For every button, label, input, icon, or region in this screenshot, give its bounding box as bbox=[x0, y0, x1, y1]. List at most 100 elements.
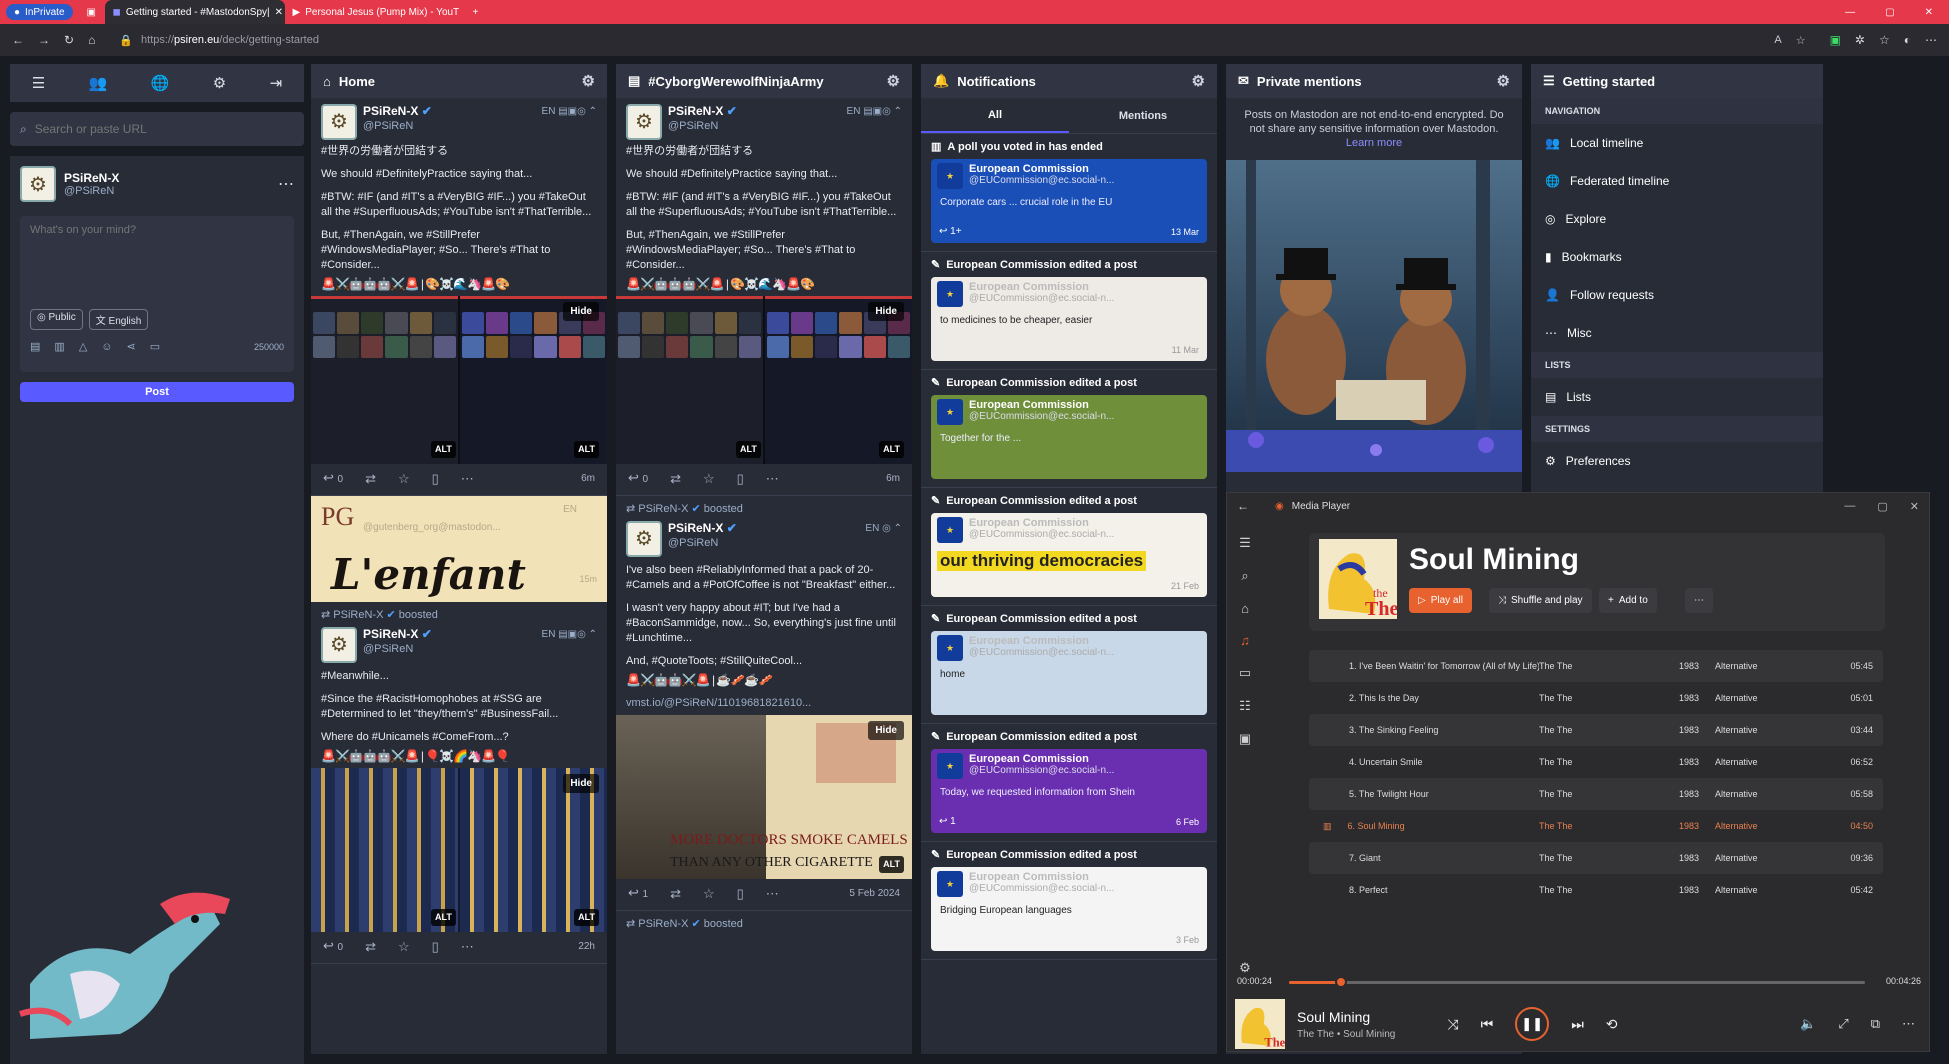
post-button[interactable]: Post bbox=[20, 382, 294, 402]
music-library-icon[interactable]: ♫ bbox=[1240, 633, 1250, 648]
hide-media-button[interactable]: Hide bbox=[868, 721, 904, 740]
search-input[interactable] bbox=[34, 122, 255, 136]
forward-icon[interactable]: → bbox=[38, 33, 50, 47]
alt-badge[interactable]: ALT bbox=[574, 909, 599, 926]
reply-icon[interactable]: ↩ 1 bbox=[628, 885, 648, 902]
hamburger-icon[interactable]: ☰ bbox=[1239, 535, 1251, 551]
more-options-button[interactable]: ⋯ bbox=[1685, 588, 1713, 613]
close-window-icon[interactable]: ✕ bbox=[1910, 500, 1919, 513]
new-tab-button[interactable]: + bbox=[465, 0, 487, 24]
learn-more-link[interactable]: Learn more bbox=[1346, 137, 1402, 149]
reply-icon[interactable]: ↩ 0 bbox=[628, 470, 648, 487]
status[interactable]: ⚙ PSiReN-X ✔ @PSiReN EN ▤▣◎ ⌃ #Meanwhile.… bbox=[311, 621, 607, 964]
address-bar[interactable]: 🔒 https://psiren.eu/deck/getting-started… bbox=[109, 29, 1815, 51]
tab-actions-icon[interactable]: ▣ bbox=[79, 0, 105, 24]
alt-badge[interactable]: ALT bbox=[431, 441, 456, 458]
bookmark-icon[interactable]: ▯ bbox=[432, 471, 439, 486]
status[interactable]: ⚙ PSiReN-X ✔ @PSiReN EN ◎ ⌃ I've also bee… bbox=[616, 515, 912, 911]
fullscreen-icon[interactable]: ⤢ bbox=[1838, 1016, 1848, 1032]
bookmark-icon[interactable]: ▯ bbox=[737, 471, 744, 486]
media-icon[interactable]: ▤ bbox=[30, 340, 40, 353]
track-row[interactable]: 8. Perfect The The 1983 Alternative 05:42 bbox=[1309, 874, 1883, 906]
bookmark-icon[interactable]: ▯ bbox=[737, 886, 744, 901]
close-tab-icon[interactable]: ✕ bbox=[275, 7, 283, 18]
status-card[interactable]: ★ European Commission @EUCommission@ec.soc… bbox=[931, 277, 1207, 361]
tab-mentions[interactable]: Mentions bbox=[1069, 98, 1217, 133]
favorite-star-icon[interactable]: ☆ bbox=[1796, 34, 1806, 47]
notification[interactable]: ✎ European Commission edited a post ★ Europ… bbox=[921, 606, 1217, 724]
nav-federated-timeline[interactable]: 🌐 Federated timeline bbox=[1531, 162, 1823, 200]
notification[interactable]: ✎ European Commission edited a post ★ Europ… bbox=[921, 488, 1217, 606]
more-icon[interactable]: ⋯ bbox=[766, 886, 779, 901]
track-row[interactable]: 7. Giant The The 1983 Alternative 09:36 bbox=[1309, 842, 1883, 874]
share-icon[interactable]: ⋖ bbox=[127, 340, 136, 353]
hide-media-button[interactable]: Hide bbox=[563, 774, 599, 793]
favorites-icon[interactable]: ☆ bbox=[1879, 33, 1890, 47]
now-playing-cover[interactable]: The bbox=[1235, 999, 1285, 1049]
favourite-icon[interactable]: ☆ bbox=[398, 939, 410, 954]
play-queue-icon[interactable]: ☷ bbox=[1239, 698, 1251, 714]
tab-getting-started[interactable]: ◼ Getting started - #MastodonSpy| ✕ bbox=[104, 0, 285, 24]
bookmark-icon[interactable]: ▯ bbox=[432, 939, 439, 954]
reply-icon[interactable]: ↩ 1 bbox=[939, 816, 956, 827]
playlists-icon[interactable]: ▣ bbox=[1239, 731, 1251, 747]
avatar[interactable]: ⚙ bbox=[626, 104, 662, 140]
search-box[interactable]: ⌕ bbox=[10, 112, 304, 146]
maximize-icon[interactable]: ▢ bbox=[1885, 7, 1894, 18]
shuffle-icon[interactable]: ⤨ bbox=[1447, 1016, 1458, 1033]
back-icon[interactable]: ← bbox=[12, 33, 24, 47]
inprivate-badge[interactable]: ● InPrivate bbox=[6, 4, 73, 20]
reply-icon[interactable]: ↩ 0 bbox=[323, 470, 343, 487]
notification[interactable]: ✎ European Commission edited a post ★ Europ… bbox=[921, 370, 1217, 488]
more-icon[interactable]: ⋯ bbox=[461, 939, 474, 954]
reply-icon[interactable]: ↩ 0 bbox=[323, 938, 343, 955]
people-icon[interactable]: 👥 bbox=[89, 74, 108, 92]
minimize-icon[interactable]: — bbox=[1844, 500, 1855, 513]
home-icon[interactable]: ⌂ bbox=[1241, 601, 1249, 616]
track-row[interactable]: ▥ 6. Soul Mining The The 1983 Alternative 04:… bbox=[1309, 810, 1883, 842]
column-settings-icon[interactable]: ⚙ bbox=[887, 72, 900, 90]
compose-textarea[interactable] bbox=[30, 224, 284, 294]
quote-link[interactable]: vmst.io/@PSiReN/11019681821610... bbox=[626, 696, 902, 711]
media-gallery[interactable]: Hide ALT ALT bbox=[311, 768, 607, 932]
close-window-icon[interactable]: ✕ bbox=[1925, 7, 1933, 18]
nav-explore[interactable]: ◎ Explore bbox=[1531, 200, 1823, 238]
copilot-icon[interactable]: ◐ bbox=[1904, 33, 1911, 47]
avatar[interactable]: ⚙ bbox=[321, 104, 357, 140]
pause-button[interactable]: ❚❚ bbox=[1515, 1007, 1550, 1041]
shuffle-and-play-button[interactable]: ⤨ Shuffle and play bbox=[1489, 588, 1592, 613]
status-card[interactable]: ★ European Commission @EUCommission@ec.soc… bbox=[931, 159, 1207, 243]
track-row[interactable]: 4. Uncertain Smile The The 1983 Alternative… bbox=[1309, 746, 1883, 778]
volume-icon[interactable]: 🔈 bbox=[1800, 1016, 1816, 1032]
status-card[interactable]: ★ European Commission @EUCommission@ec.soc… bbox=[931, 749, 1207, 833]
track-row[interactable]: 5. The Twilight Hour The The 1983 Alternati… bbox=[1309, 778, 1883, 810]
language-button[interactable]: 文 English bbox=[88, 309, 149, 330]
mini-player-icon[interactable]: ⧉ bbox=[1871, 1016, 1880, 1032]
alt-badge[interactable]: ALT bbox=[736, 441, 761, 458]
status[interactable]: ⚙ PSiReN-X ✔ @PSiReN EN ▤▣◎ ⌃ #世界の労働者が団結す… bbox=[311, 98, 607, 496]
alt-badge[interactable]: ALT bbox=[879, 441, 904, 458]
boost-icon[interactable]: ⇄ bbox=[365, 939, 376, 954]
alt-badge[interactable]: ALT bbox=[879, 856, 904, 873]
home-icon[interactable]: ⌂ bbox=[88, 33, 95, 47]
track-row[interactable]: 3. The Sinking Feeling The The 1983 Alterna… bbox=[1309, 714, 1883, 746]
globe-icon[interactable]: 🌐 bbox=[151, 74, 170, 92]
play-all-button[interactable]: ▷ Play all bbox=[1409, 588, 1472, 613]
repeat-off-icon[interactable]: ⟲ bbox=[1606, 1016, 1618, 1033]
seek-bar[interactable] bbox=[1289, 976, 1865, 988]
maximize-icon[interactable]: ▢ bbox=[1877, 500, 1887, 513]
favourite-icon[interactable]: ☆ bbox=[703, 471, 715, 486]
boost-icon[interactable]: ⇄ bbox=[670, 886, 681, 901]
tab-youtube[interactable]: ▶Personal Jesus (Pump Mix) - YouT✕ bbox=[285, 0, 465, 24]
favourite-icon[interactable]: ☆ bbox=[398, 471, 410, 486]
column-settings-icon[interactable]: ⚙ bbox=[1192, 72, 1205, 90]
status-card[interactable]: ★ European Commission @EUCommission@ec.soc… bbox=[931, 867, 1207, 951]
notification[interactable]: ✎ European Commission edited a post ★ Europ… bbox=[921, 252, 1217, 370]
nav-misc[interactable]: ⋯ Misc bbox=[1531, 314, 1823, 352]
status-card[interactable]: ★ European Commission @EUCommission@ec.soc… bbox=[931, 631, 1207, 715]
boost-icon[interactable]: ⇄ bbox=[365, 471, 376, 486]
menu-dots-icon[interactable]: ⋯ bbox=[1925, 33, 1937, 47]
more-icon[interactable]: ⋯ bbox=[1902, 1016, 1915, 1032]
back-icon[interactable]: ← bbox=[1237, 499, 1249, 513]
video-library-icon[interactable]: ▭ bbox=[1239, 665, 1251, 681]
